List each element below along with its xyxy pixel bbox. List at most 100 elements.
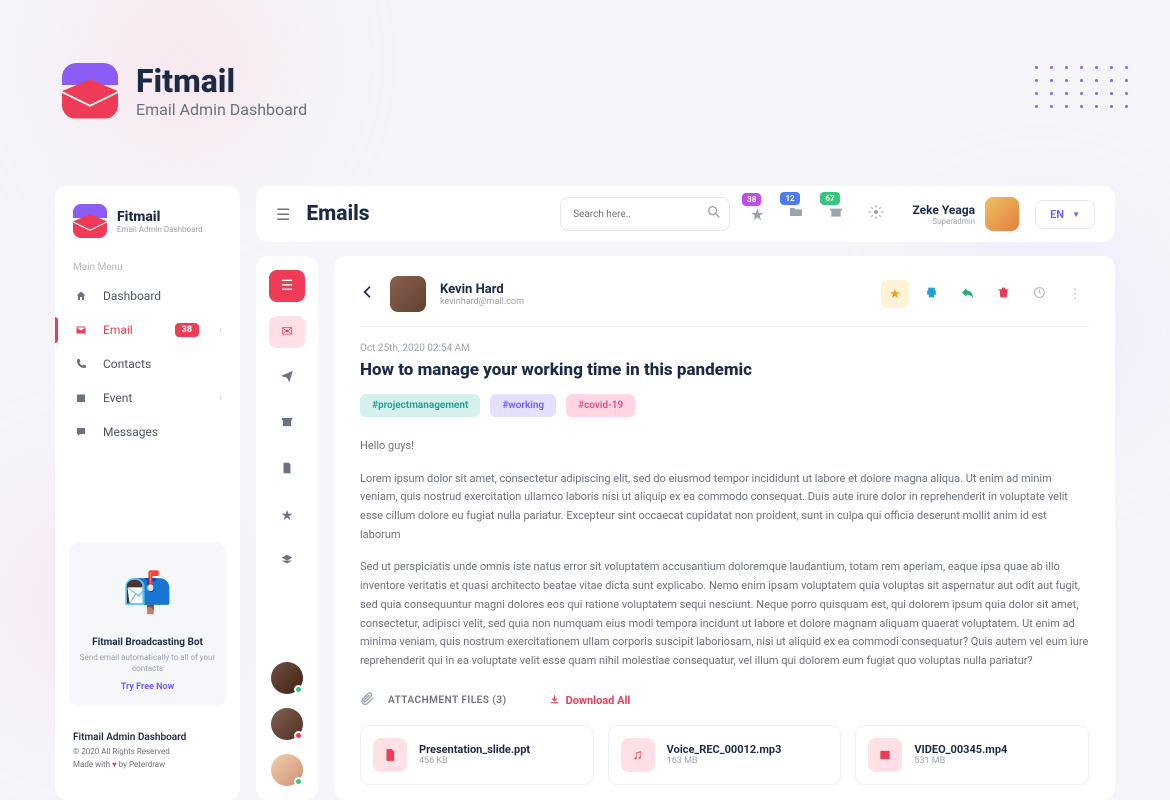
badge-count: 12 bbox=[780, 192, 799, 205]
promo-cta[interactable]: Try Free Now bbox=[79, 682, 216, 692]
user-role: Superadmin bbox=[912, 217, 975, 226]
body-paragraph: Lorem ipsum dolor sit amet, consectetur … bbox=[360, 470, 1089, 545]
rail-menu[interactable]: ☰ bbox=[269, 270, 305, 302]
chevron-right-icon: › bbox=[219, 325, 222, 336]
sidebar-item-dashboard[interactable]: Dashboard bbox=[55, 279, 240, 313]
download-all-label: Download All bbox=[566, 694, 631, 707]
avatar bbox=[985, 197, 1019, 231]
file-name: Presentation_slide.ppt bbox=[419, 743, 530, 756]
print-button[interactable] bbox=[917, 280, 945, 308]
user-name: Zeke Yeaga bbox=[912, 203, 975, 217]
attachment-list: Presentation_slide.ppt456 KB ♫ Voice_REC… bbox=[360, 725, 1089, 785]
chevron-right-icon: › bbox=[219, 393, 222, 404]
list-icon: ☰ bbox=[281, 278, 294, 294]
sender-avatar bbox=[390, 276, 426, 312]
email-subject: How to manage your working time in this … bbox=[360, 360, 1089, 380]
attachments-label: ATTACHMENT FILES (3) bbox=[388, 695, 507, 706]
tag[interactable]: #covid-19 bbox=[566, 394, 635, 417]
contact-avatar[interactable] bbox=[271, 662, 303, 694]
sidebar-item-event[interactable]: Event › bbox=[55, 381, 240, 415]
sidebar-item-messages[interactable]: Messages bbox=[55, 415, 240, 449]
rail-drafts[interactable] bbox=[269, 454, 305, 486]
phone-icon bbox=[73, 358, 89, 370]
reply-button[interactable] bbox=[953, 280, 981, 308]
email-body: Hello guys! Lorem ipsum dolor sit amet, … bbox=[360, 437, 1089, 671]
promo-illustration-icon: 📬 bbox=[79, 557, 216, 627]
more-vertical-icon: ⋮ bbox=[1069, 287, 1082, 302]
snooze-button[interactable] bbox=[1025, 280, 1053, 308]
rail-sent[interactable] bbox=[269, 362, 305, 394]
search-box[interactable] bbox=[560, 197, 730, 231]
delete-button[interactable] bbox=[989, 280, 1017, 308]
clock-icon bbox=[1033, 286, 1046, 303]
sidebar-badge: 38 bbox=[175, 323, 199, 337]
contact-avatar[interactable] bbox=[271, 708, 303, 740]
product-tagline: Email Admin Dashboard bbox=[136, 100, 307, 119]
sidebar: Fitmail Email Admin Dashboard Main Menu … bbox=[55, 186, 240, 800]
contact-avatar[interactable] bbox=[271, 754, 303, 786]
trash-icon bbox=[997, 286, 1010, 303]
tag[interactable]: #working bbox=[490, 394, 556, 417]
page-title: Emails bbox=[306, 202, 369, 226]
attachment-file[interactable]: VIDEO_00345.mp4531 MB bbox=[855, 725, 1089, 785]
more-button[interactable]: ⋮ bbox=[1061, 280, 1089, 308]
printer-icon bbox=[925, 286, 938, 303]
chat-icon bbox=[73, 426, 89, 438]
footer-line: © 2020 All Rights Reserved bbox=[73, 746, 222, 759]
topbar-archive[interactable]: 67 bbox=[824, 204, 848, 224]
attachment-file[interactable]: ♫ Voice_REC_00012.mp3163 MB bbox=[608, 725, 842, 785]
rail-starred[interactable]: ★ bbox=[269, 500, 305, 532]
file-size: 456 KB bbox=[419, 756, 530, 766]
file-icon bbox=[280, 461, 294, 479]
paper-plane-icon bbox=[280, 369, 294, 387]
lang-label: EN bbox=[1050, 208, 1064, 221]
file-audio-icon: ♫ bbox=[621, 738, 655, 772]
star-icon: ★ bbox=[281, 508, 294, 524]
star-icon: ★ bbox=[889, 287, 901, 302]
rail-archive[interactable] bbox=[269, 408, 305, 440]
email-view: Kevin Hard kevinhard@mail.com ★ ⋮ Oct 25… bbox=[334, 256, 1115, 800]
back-button[interactable] bbox=[360, 284, 376, 304]
sender-name: Kevin Hard bbox=[440, 282, 524, 297]
calendar-icon bbox=[73, 392, 89, 404]
reply-icon bbox=[961, 286, 974, 303]
file-size: 531 MB bbox=[914, 756, 1007, 766]
email-tags: #projectmanagement #working #covid-19 bbox=[360, 394, 1089, 417]
topbar-favorites[interactable]: 38 ★ bbox=[746, 205, 768, 224]
attachments-header: ATTACHMENT FILES (3) Download All bbox=[360, 691, 1089, 711]
user-menu[interactable]: Zeke Yeaga Superadmin bbox=[912, 197, 1019, 231]
topbar: ☰ Emails 38 ★ 12 67 Z bbox=[256, 186, 1115, 242]
badge-count: 67 bbox=[820, 192, 839, 205]
star-icon: ★ bbox=[750, 205, 764, 224]
sidebar-item-email[interactable]: Email 38 › bbox=[55, 313, 240, 347]
mailbox-rail: ☰ ✉ ★ bbox=[256, 256, 318, 800]
sidebar-item-label: Dashboard bbox=[103, 289, 161, 303]
sidebar-item-label: Email bbox=[103, 323, 133, 337]
logo-icon bbox=[62, 63, 118, 119]
sidebar-item-label: Contacts bbox=[103, 357, 151, 371]
download-all-button[interactable]: Download All bbox=[549, 694, 631, 708]
sidebar-brand: Fitmail bbox=[117, 209, 203, 225]
search-input[interactable] bbox=[573, 209, 706, 220]
logo-icon bbox=[73, 204, 107, 238]
body-paragraph: Sed ut perspiciatis unde omnis iste natu… bbox=[360, 558, 1089, 670]
decorative-dots bbox=[1035, 66, 1130, 108]
sidebar-item-label: Event bbox=[103, 391, 132, 405]
topbar-settings[interactable] bbox=[864, 204, 888, 224]
language-select[interactable]: EN ▼ bbox=[1035, 200, 1095, 229]
sender-email: kevinhard@mail.com bbox=[440, 297, 524, 307]
footer-line: Made with ♥ by Peterdraw bbox=[73, 759, 222, 772]
badge-count: 38 bbox=[742, 193, 761, 206]
tag[interactable]: #projectmanagement bbox=[360, 394, 480, 417]
attachment-file[interactable]: Presentation_slide.ppt456 KB bbox=[360, 725, 594, 785]
star-button[interactable]: ★ bbox=[881, 280, 909, 308]
file-size: 163 MB bbox=[667, 756, 782, 766]
sidebar-logo[interactable]: Fitmail Email Admin Dashboard bbox=[55, 204, 240, 252]
rail-settings[interactable] bbox=[269, 546, 305, 578]
topbar-folder[interactable]: 12 bbox=[784, 204, 808, 224]
rail-inbox[interactable]: ✉ bbox=[269, 316, 305, 348]
gear-icon bbox=[868, 205, 884, 224]
sidebar-item-contacts[interactable]: Contacts bbox=[55, 347, 240, 381]
sidebar-footer: Fitmail Admin Dashboard © 2020 All Right… bbox=[55, 720, 240, 782]
hamburger-icon[interactable]: ☰ bbox=[276, 205, 290, 224]
